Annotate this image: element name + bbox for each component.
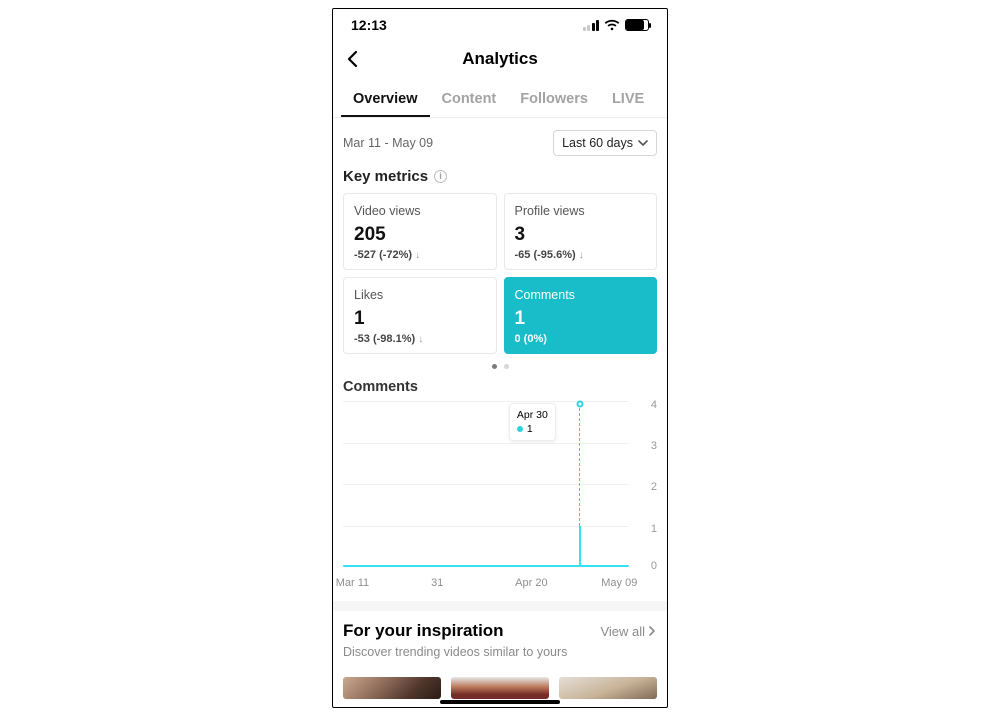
inspiration-thumbnails <box>333 665 667 699</box>
video-thumbnail[interactable] <box>559 677 657 699</box>
x-tick: Apr 20 <box>515 577 547 589</box>
page-title: Analytics <box>462 49 538 69</box>
status-time: 12:13 <box>351 17 387 33</box>
cell-signal-icon <box>583 19 600 31</box>
tab-live[interactable]: LIVE <box>600 81 656 117</box>
tab-overview[interactable]: Overview <box>341 81 430 117</box>
nav-bar: Analytics <box>333 37 667 81</box>
metric-value: 205 <box>354 224 486 246</box>
x-tick: May 09 <box>601 577 637 589</box>
date-range-button[interactable]: Last 60 days <box>553 130 657 156</box>
y-tick: 0 <box>651 560 657 572</box>
highlight-marker <box>576 401 583 408</box>
chevron-right-icon <box>647 626 657 636</box>
pager-dot <box>504 364 509 369</box>
metric-card-video-views[interactable]: Video views 205 -527 (-72%) ↓ <box>343 193 497 270</box>
status-icons <box>583 19 650 31</box>
pager-dot <box>492 364 497 369</box>
info-icon[interactable]: i <box>434 170 447 183</box>
metric-value: 1 <box>354 308 486 330</box>
metric-card-likes[interactable]: Likes 1 -53 (-98.1%) ↓ <box>343 277 497 354</box>
status-bar: 12:13 <box>333 9 667 37</box>
cards-pager[interactable] <box>333 354 667 375</box>
video-thumbnail[interactable] <box>343 677 441 699</box>
date-range-label: Mar 11 - May 09 <box>343 136 433 150</box>
tabs-row: Overview Content Followers LIVE <box>333 81 667 118</box>
chevron-down-icon <box>638 138 648 148</box>
metric-value: 1 <box>515 308 647 330</box>
battery-icon <box>625 19 649 31</box>
x-tick: 31 <box>431 577 443 589</box>
wifi-icon <box>604 19 620 31</box>
scroll-area[interactable]: Mar 11 - May 09 Last 60 days Key metrics… <box>333 118 667 707</box>
tooltip-date: Apr 30 <box>517 408 548 422</box>
series-color-dot <box>517 426 523 432</box>
y-tick: 2 <box>651 481 657 493</box>
metric-label: Profile views <box>515 204 647 218</box>
y-tick: 3 <box>651 440 657 452</box>
y-tick: 4 <box>651 399 657 411</box>
tooltip-value: 1 <box>527 423 533 435</box>
metric-delta: 0 (0%) <box>515 333 647 345</box>
key-metrics-heading-text: Key metrics <box>343 168 428 185</box>
home-indicator[interactable] <box>440 700 560 704</box>
y-tick: 1 <box>651 523 657 535</box>
down-arrow-icon: ↓ <box>579 250 584 261</box>
x-tick: Mar 11 <box>336 577 369 589</box>
down-arrow-icon: ↓ <box>418 334 423 345</box>
key-metrics-heading: Key metrics i <box>333 162 667 193</box>
inspiration-subtitle: Discover trending videos similar to your… <box>343 645 657 659</box>
metric-delta: -65 (-95.6%) ↓ <box>515 249 647 261</box>
inspiration-section: For your inspiration View all Discover t… <box>333 611 667 665</box>
metric-card-comments[interactable]: Comments 1 0 (0%) <box>504 277 658 354</box>
metric-card-profile-views[interactable]: Profile views 3 -65 (-95.6%) ↓ <box>504 193 658 270</box>
metric-delta: -527 (-72%) ↓ <box>354 249 486 261</box>
chart-tooltip: Apr 30 1 <box>509 403 556 441</box>
metric-delta: -53 (-98.1%) ↓ <box>354 333 486 345</box>
tab-followers[interactable]: Followers <box>508 81 600 117</box>
tab-content[interactable]: Content <box>430 81 509 117</box>
metric-cards: Video views 205 -527 (-72%) ↓ Profile vi… <box>333 193 667 354</box>
inspiration-heading: For your inspiration <box>343 621 504 641</box>
metric-label: Video views <box>354 204 486 218</box>
metric-label: Likes <box>354 288 486 302</box>
view-all-label: View all <box>600 624 645 639</box>
plot-area: Apr 30 1 <box>343 401 629 567</box>
highlight-line <box>579 403 580 526</box>
phone-frame: 12:13 Analytics Overview Content Followe… <box>332 8 668 708</box>
section-divider <box>333 601 667 611</box>
down-arrow-icon: ↓ <box>415 250 420 261</box>
chart-heading: Comments <box>333 375 667 401</box>
view-all-link[interactable]: View all <box>600 624 657 639</box>
metric-value: 3 <box>515 224 647 246</box>
date-range-button-label: Last 60 days <box>562 136 633 150</box>
video-thumbnail[interactable] <box>451 677 549 699</box>
back-button[interactable] <box>343 49 363 74</box>
metric-label: Comments <box>515 288 647 302</box>
date-range-row: Mar 11 - May 09 Last 60 days <box>333 118 667 162</box>
comments-chart[interactable]: 4 3 2 1 0 Mar 11 31 Apr 20 May 09 Apr <box>343 401 657 589</box>
